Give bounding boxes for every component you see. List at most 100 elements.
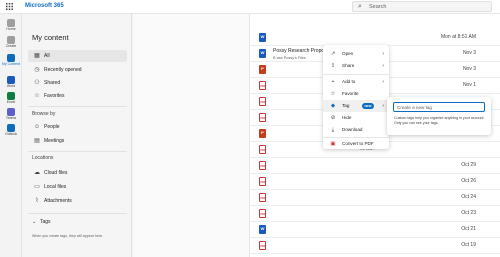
rail-item-teams[interactable]: Teams <box>0 108 22 121</box>
file-row[interactable]: PDF Oct 24 <box>250 190 500 206</box>
download-icon: ⤓ <box>331 127 335 133</box>
file-date: Oct 21 <box>461 226 476 232</box>
sidebar-item-label: Shared <box>44 80 61 86</box>
menu-item-tag[interactable]: ◆ Tag NEW › <box>323 100 389 112</box>
search-placeholder: Search <box>369 4 387 10</box>
rail-item-label: Excel <box>6 100 16 104</box>
rail-item-label: Create <box>5 44 17 48</box>
browse-by-heading: Browse by <box>32 111 56 117</box>
word-app-icon <box>7 76 15 84</box>
rail-item-excel[interactable]: Excel <box>0 92 22 105</box>
chevron-right-icon: › <box>382 79 384 85</box>
file-row[interactable]: PDF Oct 29 <box>250 158 500 174</box>
sidebar-item-shared[interactable]: ⚇ Shared <box>28 77 127 89</box>
menu-item-label: Add to <box>342 79 356 84</box>
sidebar-item-label: Favorites <box>44 93 65 99</box>
rail-item-word[interactable]: Word <box>0 76 22 89</box>
pdf-file-icon: PDF <box>259 177 267 186</box>
rail-item-create[interactable]: Create <box>0 36 22 49</box>
menu-item-convert-to-pdf[interactable]: ▣ Convert to PDF <box>323 138 389 149</box>
divider <box>28 213 127 214</box>
chevron-right-icon: › <box>382 103 384 109</box>
pdf-file-icon: PDF <box>259 209 267 218</box>
search-box[interactable]: ⌕ Search <box>352 1 492 12</box>
page-title: My content <box>32 33 69 42</box>
rail-item-my-content[interactable]: My Content <box>0 54 22 67</box>
new-badge: NEW <box>362 103 374 109</box>
menu-item-label: Hide <box>342 115 352 120</box>
rail-item-label: Word <box>6 84 16 88</box>
tags-section-toggle[interactable]: ⌄ Tags <box>28 217 127 227</box>
top-bar: Microsoft 365 ⌕ Search <box>0 0 500 14</box>
ppt-file-icon: P <box>259 65 266 74</box>
excel-app-icon <box>7 92 15 100</box>
file-date: Nov 3 <box>462 66 476 72</box>
context-menu: ↗ Open › ⇪ Share › + Add to › ☆ Favorite… <box>323 45 389 149</box>
pdf-file-icon: PDF <box>259 161 267 170</box>
file-row[interactable]: W Oct 21 <box>250 222 500 238</box>
sidebar-item-label: Local files <box>44 184 67 190</box>
divider <box>28 151 127 152</box>
sidebar-item-people[interactable]: ☺ People <box>28 121 127 133</box>
main-content: W Mon at 8:51 AM W Possy Research Proposal B… <box>133 14 500 257</box>
pdf-file-icon: PDF <box>259 113 267 122</box>
file-date: Oct 23 <box>461 210 476 216</box>
pdf-file-icon: PDF <box>259 81 267 90</box>
word-file-icon: W <box>259 33 266 42</box>
tag-icon: ◆ <box>330 103 336 109</box>
outlook-app-icon <box>7 124 15 132</box>
sidebar-item-recently-opened[interactable]: ◷ Recently opened <box>28 64 127 76</box>
file-row[interactable]: W Mon at 8:51 AM <box>250 30 500 46</box>
file-row[interactable]: PDF Oct 23 <box>250 206 500 222</box>
word-file-icon: W <box>259 225 266 234</box>
pdf-file-icon: PDF <box>259 145 267 154</box>
sidebar-item-label: People <box>44 124 60 130</box>
add-icon: + <box>331 79 335 85</box>
rail-item-label: My Content <box>2 62 20 66</box>
rail-item-label: Home <box>6 27 16 31</box>
cloud-icon: ☁ <box>34 170 40 176</box>
menu-item-share[interactable]: ⇪ Share › <box>323 60 389 72</box>
clock-icon: ◷ <box>34 67 40 73</box>
file-row[interactable]: PDF Oct 19 <box>250 238 500 254</box>
rail-item-home[interactable]: Home <box>0 19 22 32</box>
sidebar-item-favorites[interactable]: ☆ Favorites <box>28 90 127 102</box>
monitor-icon: ▭ <box>34 184 40 190</box>
menu-item-download[interactable]: ⤓ Download <box>323 124 389 136</box>
menu-item-add-to[interactable]: + Add to › <box>323 76 389 88</box>
app-launcher-icon[interactable] <box>6 3 13 10</box>
sidebar-item-local-files[interactable]: ▭ Local files <box>28 181 127 193</box>
file-date: Mon at 8:51 AM <box>440 34 476 40</box>
menu-item-label: Tag <box>342 103 350 108</box>
menu-item-favorite[interactable]: ☆ Favorite <box>323 88 389 100</box>
menu-item-label: Download <box>342 127 363 132</box>
new-tag-input[interactable] <box>393 102 485 112</box>
sidebar-item-meetings[interactable]: ▤ Meetings <box>28 135 127 147</box>
star-icon: ☆ <box>34 93 40 99</box>
chevron-right-icon: › <box>382 51 384 57</box>
paperclip-icon: ⌇ <box>35 198 39 204</box>
rail-item-label: Outlook <box>4 132 18 136</box>
shared-icon: ⚇ <box>34 80 40 86</box>
divider <box>28 106 127 107</box>
calendar-icon: ▤ <box>34 138 40 144</box>
tag-submenu: Custom tags help you organize anything i… <box>387 97 491 135</box>
menu-item-hide[interactable]: ⊘ Hide <box>323 112 389 124</box>
sidebar-item-attachments[interactable]: ⌇ Attachments <box>28 195 127 207</box>
ppt-file-icon: P <box>259 129 266 138</box>
open-icon: ↗ <box>330 51 336 57</box>
file-name[interactable]: Possy Research Proposal <box>273 48 331 55</box>
sidebar-item-all[interactable]: ▦ All <box>28 50 127 62</box>
sidebar-item-label: All <box>44 53 50 59</box>
app-title[interactable]: Microsoft 365 <box>25 2 64 11</box>
file-date: Oct 29 <box>461 162 476 168</box>
file-row[interactable]: PDF Oct 26 <box>250 174 500 190</box>
tag-help-text: Custom tags help you organize anything i… <box>394 116 485 125</box>
menu-item-open[interactable]: ↗ Open › <box>323 48 389 60</box>
sidebar-item-label: Attachments <box>44 198 72 204</box>
menu-item-label: Favorite <box>342 91 359 96</box>
folder-icon <box>7 54 15 62</box>
rail-item-outlook[interactable]: Outlook <box>0 124 22 137</box>
sidebar-item-cloud-files[interactable]: ☁ Cloud files <box>28 167 127 179</box>
home-icon <box>7 19 15 27</box>
